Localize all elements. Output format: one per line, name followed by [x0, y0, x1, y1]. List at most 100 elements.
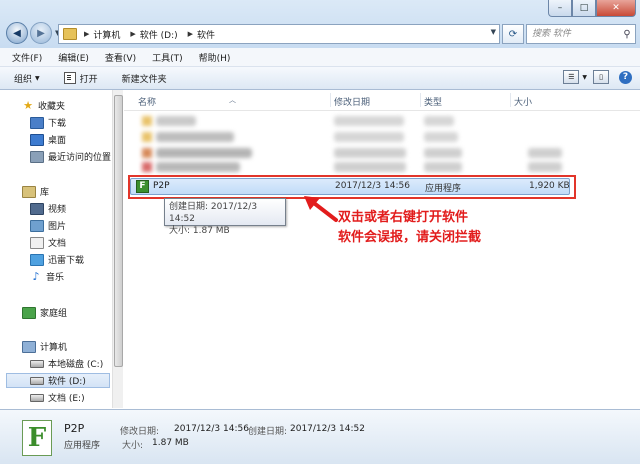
computer-icon — [22, 340, 36, 353]
details-modified-label: 修改日期: — [120, 427, 160, 437]
blurred-file-date — [334, 116, 404, 126]
help-icon[interactable]: ? — [619, 70, 632, 84]
address-bar[interactable]: ▶ 计算机 ▶ 软件 (D:) ▶ 软件 ▼ — [58, 24, 500, 44]
picture-library-icon — [30, 219, 44, 232]
view-mode-icon[interactable]: ☰ — [563, 70, 580, 84]
nav-computer[interactable]: 计算机 — [22, 339, 67, 354]
column-divider[interactable] — [420, 93, 421, 107]
breadcrumb-computer[interactable]: ▶ 计算机 — [80, 28, 120, 41]
column-modified[interactable]: 修改日期 — [334, 95, 370, 108]
maximize-button[interactable]: □ — [572, 0, 596, 17]
menu-view[interactable]: 查看(V) — [105, 51, 136, 64]
new-folder-button[interactable]: 新建文件夹 — [122, 72, 167, 85]
navigation-pane: ★ 收藏夹 下载 桌面 最近访问的位置 库 视频 图片 文档 迅雷下载 ♪ 音乐 家… — [0, 90, 112, 408]
view-tools: ☰ ▼ ▯ ? — [557, 70, 632, 84]
nav-favorites[interactable]: ★ 收藏夹 — [22, 98, 65, 113]
preview-pane-icon[interactable]: ▯ — [593, 70, 609, 84]
minimize-button[interactable]: – — [548, 0, 572, 17]
column-divider[interactable] — [330, 93, 331, 107]
blurred-file-size — [528, 162, 562, 172]
nav-documents[interactable]: 文档 — [30, 235, 66, 250]
blurred-file-type — [424, 132, 458, 142]
breadcrumb-arrow-icon: ▶ — [130, 30, 136, 38]
nav-recent-places[interactable]: 最近访问的位置 — [30, 149, 111, 164]
details-size-label: 大小: — [122, 441, 144, 451]
back-button[interactable]: ◀ — [6, 22, 28, 44]
menu-help[interactable]: 帮助(H) — [199, 51, 231, 64]
blurred-file-date — [334, 162, 406, 172]
column-type[interactable]: 类型 — [424, 95, 442, 108]
p2p-large-icon: F — [22, 420, 52, 456]
file-list: ︿ 名称 修改日期 类型 大小 F P2P 2017/12/3 14:56 应用… — [124, 90, 640, 408]
open-button[interactable]: 打开 — [63, 72, 98, 85]
blurred-file-name — [156, 162, 240, 172]
blurred-file-date — [334, 132, 404, 142]
window-controls: – □ ✕ — [548, 0, 636, 18]
menu-file[interactable]: 文件(F) — [12, 51, 42, 64]
highlight-box — [128, 175, 576, 199]
navigation-scrollbar[interactable] — [112, 90, 123, 408]
back-arrow-icon: ◀ — [13, 27, 21, 39]
annotation-arrow — [304, 196, 338, 222]
command-bar: 组织 ▼ 打开 新建文件夹 ☰ ▼ ▯ ? — [0, 67, 640, 90]
details-created-label: 创建日期: — [248, 427, 288, 437]
view-dropdown-icon[interactable]: ▼ — [582, 74, 587, 81]
nav-drive-e[interactable]: 文档 (E:) — [30, 390, 85, 405]
scrollbar-thumb[interactable] — [114, 95, 123, 367]
tooltip-created: 创建日期: 2017/12/3 14:52 — [169, 202, 258, 224]
nav-drive-c[interactable]: 本地磁盘 (C:) — [30, 356, 103, 371]
open-icon — [63, 72, 76, 84]
explorer-window: – □ ✕ ◀ ▶ ▼ ▶计算机 ▶软件 (D:) ▶软件 ▼ ⟳ ⚲ 文件(F… — [0, 0, 640, 464]
nav-thunder-downloads[interactable]: 迅雷下载 — [30, 252, 84, 267]
blurred-file-icon — [142, 162, 152, 172]
video-library-icon — [30, 202, 44, 215]
nav-downloads[interactable]: 下载 — [30, 115, 66, 130]
close-button[interactable]: ✕ — [596, 0, 636, 17]
chevron-down-icon: ▼ — [35, 74, 40, 82]
nav-videos[interactable]: 视频 — [30, 201, 66, 216]
nav-libraries[interactable]: 库 — [22, 184, 49, 199]
nav-pictures[interactable]: 图片 — [30, 218, 66, 233]
document-library-icon — [30, 236, 44, 249]
blurred-file-name — [156, 132, 234, 142]
tooltip-size: 大小: 1.87 MB — [169, 226, 230, 236]
nav-homegroup[interactable]: 家庭组 — [22, 305, 67, 320]
breadcrumb-drive-d[interactable]: ▶ 软件 (D:) — [126, 28, 177, 41]
blurred-file-size — [528, 148, 562, 158]
column-name[interactable]: 名称 — [138, 95, 156, 108]
address-dropdown-icon[interactable]: ▼ — [491, 28, 496, 36]
title-address-bar: – □ ✕ ◀ ▶ ▼ ▶计算机 ▶软件 (D:) ▶软件 ▼ ⟳ ⚲ — [0, 0, 640, 48]
downloads-folder-icon — [30, 116, 44, 129]
menu-edit[interactable]: 编辑(E) — [58, 51, 89, 64]
column-size[interactable]: 大小 — [514, 95, 532, 108]
forward-arrow-icon: ▶ — [37, 27, 45, 39]
forward-button[interactable]: ▶ — [30, 22, 52, 44]
refresh-button[interactable]: ⟳ — [502, 24, 524, 44]
blurred-file-icon — [142, 148, 152, 158]
organize-button[interactable]: 组织 ▼ — [14, 72, 40, 85]
file-tooltip: 创建日期: 2017/12/3 14:52 大小: 1.87 MB — [164, 198, 286, 236]
drive-icon — [30, 376, 44, 385]
nav-music[interactable]: ♪ 音乐 — [30, 269, 64, 284]
menu-tools[interactable]: 工具(T) — [152, 51, 183, 64]
refresh-icon: ⟳ — [508, 28, 518, 40]
nav-drive-d[interactable]: 软件 (D:) — [6, 373, 110, 388]
blurred-file-type — [424, 162, 462, 172]
sort-indicator-icon: ︿ — [229, 96, 236, 104]
blurred-file-icon — [142, 116, 152, 126]
nav-desktop[interactable]: 桌面 — [30, 132, 66, 147]
annotation-line-1: 双击或者右键打开软件 — [338, 210, 469, 225]
warning-annotation: 双击或者右键打开软件 软件会误报，请关闭拦截 — [338, 208, 481, 248]
homegroup-icon — [22, 306, 36, 319]
blurred-file-date — [334, 148, 406, 158]
column-divider[interactable] — [510, 93, 511, 107]
details-pane: F P2P 应用程序 修改日期: 2017/12/3 14:56 大小: 1.8… — [0, 409, 640, 464]
search-input[interactable] — [527, 28, 620, 40]
blurred-file-name — [156, 116, 196, 126]
details-created-value: 2017/12/3 14:52 — [290, 424, 365, 434]
search-icon[interactable]: ⚲ — [620, 29, 634, 40]
details-modified-value: 2017/12/3 14:56 — [174, 424, 249, 434]
drive-icon — [30, 359, 44, 368]
annotation-line-2: 软件会误报，请关闭拦截 — [338, 230, 482, 245]
breadcrumb-software[interactable]: ▶ 软件 — [184, 28, 215, 41]
